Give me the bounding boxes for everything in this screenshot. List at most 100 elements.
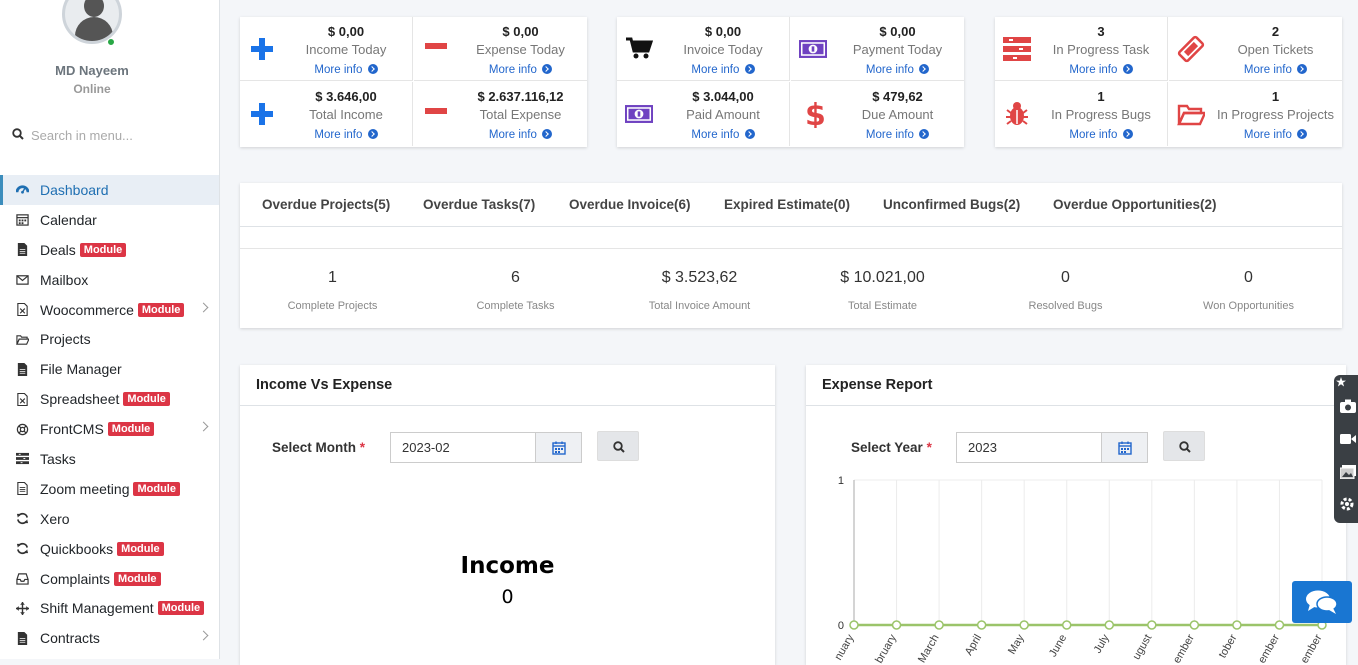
stat-value: $ 0,00 — [704, 24, 742, 39]
y-tick-label: 1 — [838, 475, 844, 487]
sidebar-item-complaints[interactable]: Complaints Module — [0, 564, 219, 594]
stat-value: $ 0,00 — [502, 24, 539, 39]
x-tick-label: ember — [1171, 632, 1197, 665]
divider — [240, 248, 1342, 249]
sidebar-item-spreadsheet[interactable]: Spreadsheet Module — [0, 384, 219, 414]
folder-open-icon — [1177, 100, 1209, 128]
sidebar-item-contracts[interactable]: Contracts — [0, 623, 219, 653]
sidebar-item-xero[interactable]: Xero — [0, 504, 219, 534]
user-name: MD Nayeem — [55, 63, 129, 78]
search-button[interactable] — [597, 431, 639, 461]
sidebar-item-tasks[interactable]: Tasks — [0, 444, 219, 474]
sidebar-item-shift-management[interactable]: Shift Management Module — [0, 593, 219, 623]
data-point — [849, 620, 859, 630]
more-info-label: More info — [488, 64, 537, 76]
sidebar-item-label: Woocommerce — [40, 301, 134, 318]
arrow-circle-right-icon — [542, 64, 553, 74]
gear-icon[interactable] — [1339, 496, 1355, 512]
video-icon[interactable] — [1340, 433, 1356, 445]
images-icon[interactable] — [1340, 465, 1356, 479]
more-info-link[interactable]: More info — [454, 64, 587, 76]
folder-open-icon — [16, 333, 30, 346]
module-badge: Module — [157, 601, 205, 616]
year-input[interactable]: 2023 — [956, 432, 1102, 463]
calendar-button[interactable] — [1101, 432, 1148, 463]
data-point — [1232, 620, 1242, 630]
tab-expired-estimate[interactable]: Expired Estimate(0) — [724, 197, 850, 212]
sidebar-item-quickbooks[interactable]: Quickbooks Module — [0, 534, 219, 564]
chevron-right-icon[interactable] — [198, 421, 209, 432]
star-icon[interactable] — [1336, 377, 1346, 387]
sidebar-item-label: Xero — [40, 510, 70, 527]
sidebar-item-file-manager[interactable]: File Manager — [0, 354, 219, 384]
sidebar-item-zoom-meeting[interactable]: Zoom meeting Module — [0, 474, 219, 504]
chat-button[interactable] — [1292, 581, 1352, 623]
stat-value: $ 3.044,00 — [692, 89, 754, 104]
refresh-icon — [16, 512, 29, 525]
tab-overdue-tasks[interactable]: Overdue Tasks(7) — [423, 197, 535, 212]
tab-overdue-invoice[interactable]: Overdue Invoice(6) — [569, 197, 691, 212]
summary-won-opportunities: 0 Won Opportunities — [1203, 269, 1294, 312]
search-icon — [12, 128, 24, 140]
chevron-right-icon[interactable] — [198, 630, 209, 641]
more-info-link[interactable]: More info — [657, 64, 789, 76]
file-icon — [16, 631, 29, 645]
user-panel: MD Nayeem Online — [0, 0, 219, 100]
camera-icon[interactable] — [1340, 399, 1356, 413]
sidebar-item-mailbox[interactable]: Mailbox — [0, 265, 219, 295]
more-info-link[interactable]: More info — [657, 129, 789, 141]
stat-value: $ 3.646,00 — [315, 89, 377, 104]
more-info-link[interactable]: More info — [280, 64, 412, 76]
chevron-right-icon[interactable] — [198, 302, 209, 313]
stat-label: Expense Today — [476, 42, 565, 57]
more-info-link[interactable]: More info — [831, 64, 964, 76]
sidebar-item-deals[interactable]: Deals Module — [0, 235, 219, 265]
dashboard-icon — [15, 183, 30, 196]
search-input[interactable] — [31, 126, 201, 144]
more-info-link[interactable]: More info — [280, 129, 412, 141]
summary-complete-projects: 1 Complete Projects — [287, 269, 378, 312]
more-info-link[interactable]: More info — [1209, 64, 1342, 76]
data-point — [1189, 620, 1200, 630]
sidebar-item-woocommerce[interactable]: Woocommerce Module — [0, 295, 219, 325]
more-info-link[interactable]: More info — [1035, 129, 1167, 141]
more-info-label: More info — [1243, 129, 1292, 141]
more-info-link[interactable]: More info — [454, 129, 587, 141]
sidebar-item-label: Calendar — [40, 211, 97, 228]
arrow-circle-right-icon — [919, 129, 930, 139]
sidebar-item-projects[interactable]: Projects — [0, 324, 219, 354]
tab-overdue-opportunities[interactable]: Overdue Opportunities(2) — [1053, 197, 1217, 212]
required-marker: * — [926, 440, 932, 455]
x-tick-label: tober — [1217, 632, 1240, 660]
x-tick-label: ugust — [1131, 633, 1155, 662]
tab-overdue-projects[interactable]: Overdue Projects(5) — [262, 197, 390, 212]
search-button[interactable] — [1163, 431, 1205, 461]
stat-label: Payment Today — [852, 42, 943, 57]
chart-title: Income — [460, 553, 555, 579]
month-input[interactable]: 2023-02 — [390, 432, 536, 463]
more-info-link[interactable]: More info — [1209, 129, 1342, 141]
sidebar-item-label: Deals — [40, 241, 76, 258]
avatar[interactable] — [62, 0, 122, 44]
required-marker: * — [359, 440, 366, 455]
stat-value: 1 — [1271, 89, 1280, 104]
stat-expense-today: $ 0,00 Expense Today More info — [414, 17, 587, 81]
tab-unconfirmed-bugs[interactable]: Unconfirmed Bugs(2) — [883, 197, 1020, 212]
x-tick-label: April — [963, 633, 984, 658]
sidebar: MD Nayeem Online DashboardCalendarDealsM… — [0, 0, 220, 659]
more-info-link[interactable]: More info — [831, 129, 964, 141]
money-icon — [624, 100, 657, 128]
data-point — [1061, 620, 1072, 630]
divider — [240, 405, 775, 406]
stat-value: $ 0,00 — [879, 24, 916, 39]
stat-value: $ 0,00 — [327, 24, 365, 39]
chart-value: 0 — [501, 586, 514, 608]
sidebar-item-dashboard[interactable]: Dashboard — [0, 175, 219, 205]
stat-total-expense: $ 2.637.116,12 Total Expense More info — [414, 82, 587, 146]
stat-income-today: $ 0,00 Income Today More info — [240, 17, 413, 81]
calendar-icon — [1118, 441, 1132, 455]
calendar-button[interactable] — [535, 432, 582, 463]
sidebar-item-frontcms[interactable]: FrontCMS Module — [0, 414, 219, 444]
sidebar-item-calendar[interactable]: Calendar — [0, 205, 219, 235]
more-info-link[interactable]: More info — [1035, 64, 1167, 76]
